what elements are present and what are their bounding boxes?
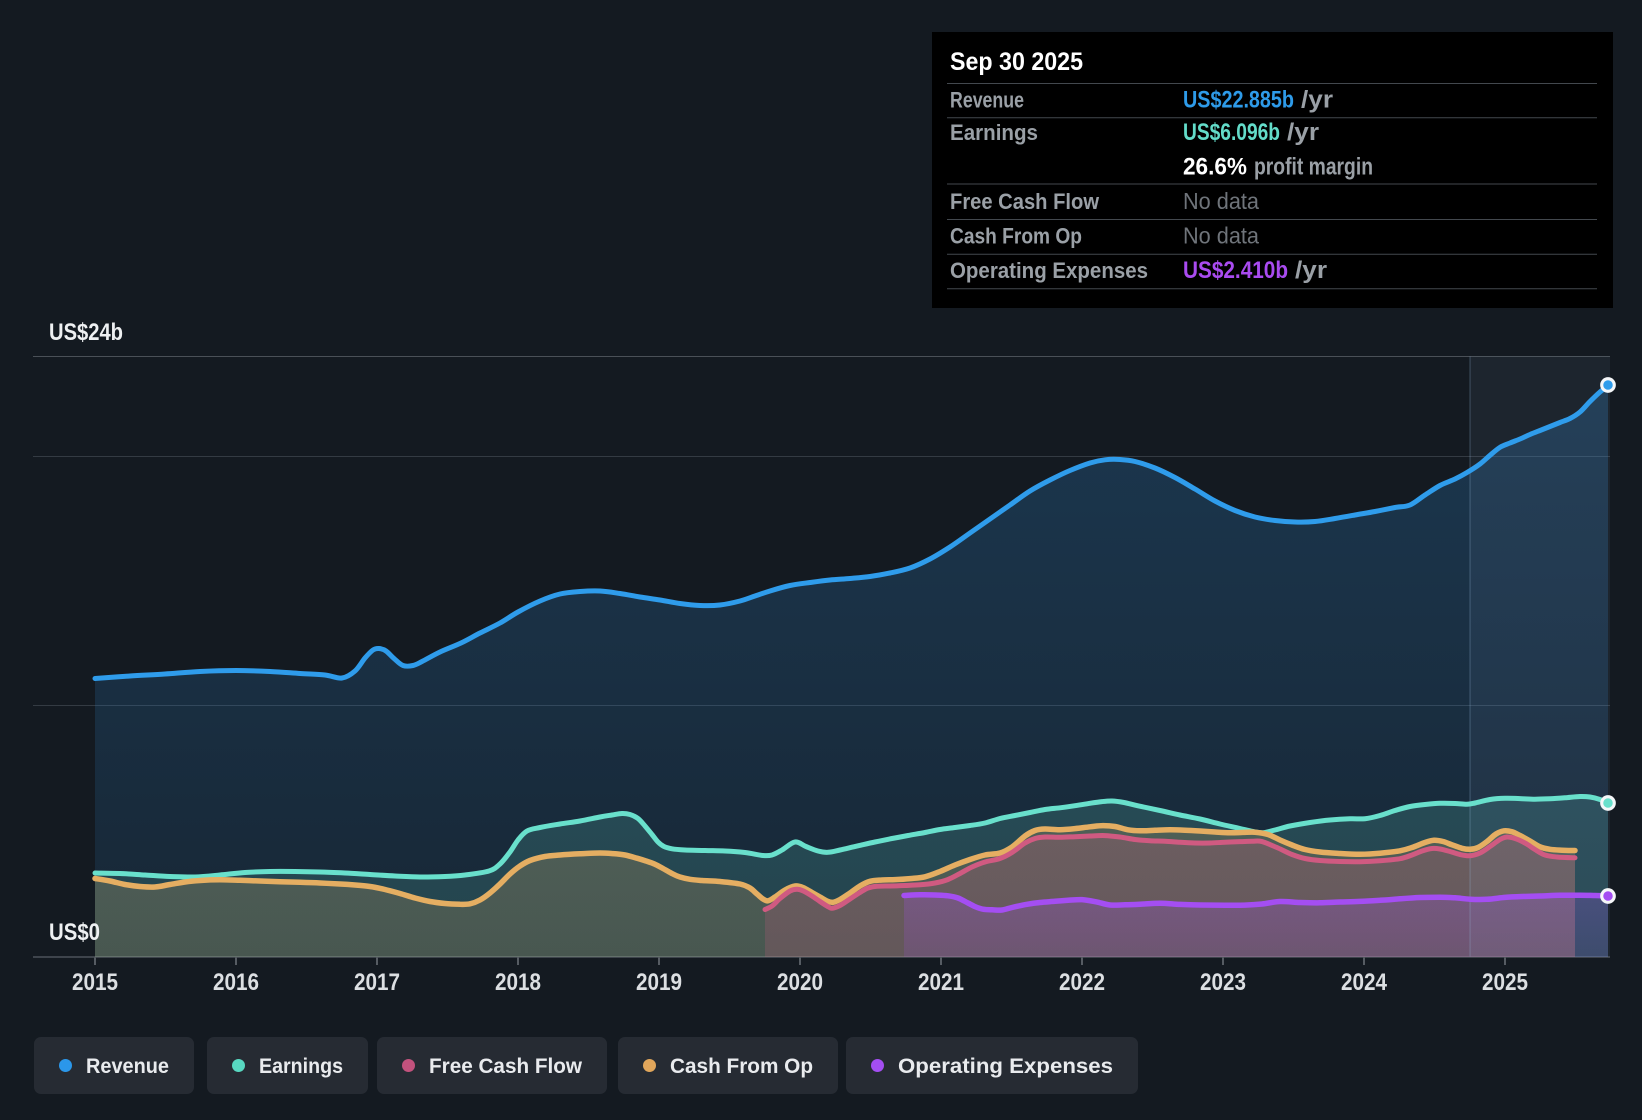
svg-text:US$6.096b: US$6.096b bbox=[1183, 119, 1280, 146]
svg-text:2024: 2024 bbox=[1341, 969, 1388, 996]
svg-text:Earnings: Earnings bbox=[950, 120, 1038, 145]
svg-text:26.6%: 26.6% bbox=[1183, 154, 1247, 181]
svg-text:Cash From Op: Cash From Op bbox=[950, 224, 1082, 249]
svg-text:2023: 2023 bbox=[1200, 969, 1246, 996]
svg-text:Free Cash Flow: Free Cash Flow bbox=[950, 189, 1100, 214]
svg-text:/yr: /yr bbox=[1295, 257, 1327, 284]
svg-text:Operating Expenses: Operating Expenses bbox=[950, 258, 1148, 283]
svg-text:2015: 2015 bbox=[72, 969, 118, 996]
svg-text:/yr: /yr bbox=[1287, 119, 1319, 146]
svg-text:2022: 2022 bbox=[1059, 969, 1105, 996]
svg-text:2020: 2020 bbox=[777, 969, 823, 996]
svg-text:Operating Expenses: Operating Expenses bbox=[898, 1055, 1113, 1078]
svg-text:No data: No data bbox=[1183, 188, 1259, 214]
svg-text:No data: No data bbox=[1183, 223, 1259, 249]
svg-text:2016: 2016 bbox=[213, 969, 259, 996]
svg-text:Earnings: Earnings bbox=[259, 1055, 343, 1078]
svg-text:2021: 2021 bbox=[918, 969, 964, 996]
svg-text:2019: 2019 bbox=[636, 969, 682, 996]
svg-text:US$0: US$0 bbox=[49, 919, 100, 946]
svg-text:Free Cash Flow: Free Cash Flow bbox=[429, 1055, 583, 1078]
svg-text:Sep 30 2025: Sep 30 2025 bbox=[950, 48, 1083, 76]
svg-text:Revenue: Revenue bbox=[950, 88, 1024, 113]
svg-text:US$24b: US$24b bbox=[49, 319, 123, 346]
svg-text:2025: 2025 bbox=[1482, 969, 1528, 996]
svg-text:profit margin: profit margin bbox=[1254, 154, 1373, 181]
svg-text:Revenue: Revenue bbox=[86, 1055, 169, 1078]
svg-text:2017: 2017 bbox=[354, 969, 400, 996]
svg-text:2018: 2018 bbox=[495, 969, 541, 996]
svg-text:US$22.885b: US$22.885b bbox=[1183, 87, 1294, 114]
svg-text:Cash From Op: Cash From Op bbox=[670, 1055, 813, 1078]
svg-text:/yr: /yr bbox=[1301, 87, 1333, 114]
svg-text:US$2.410b: US$2.410b bbox=[1183, 257, 1288, 284]
